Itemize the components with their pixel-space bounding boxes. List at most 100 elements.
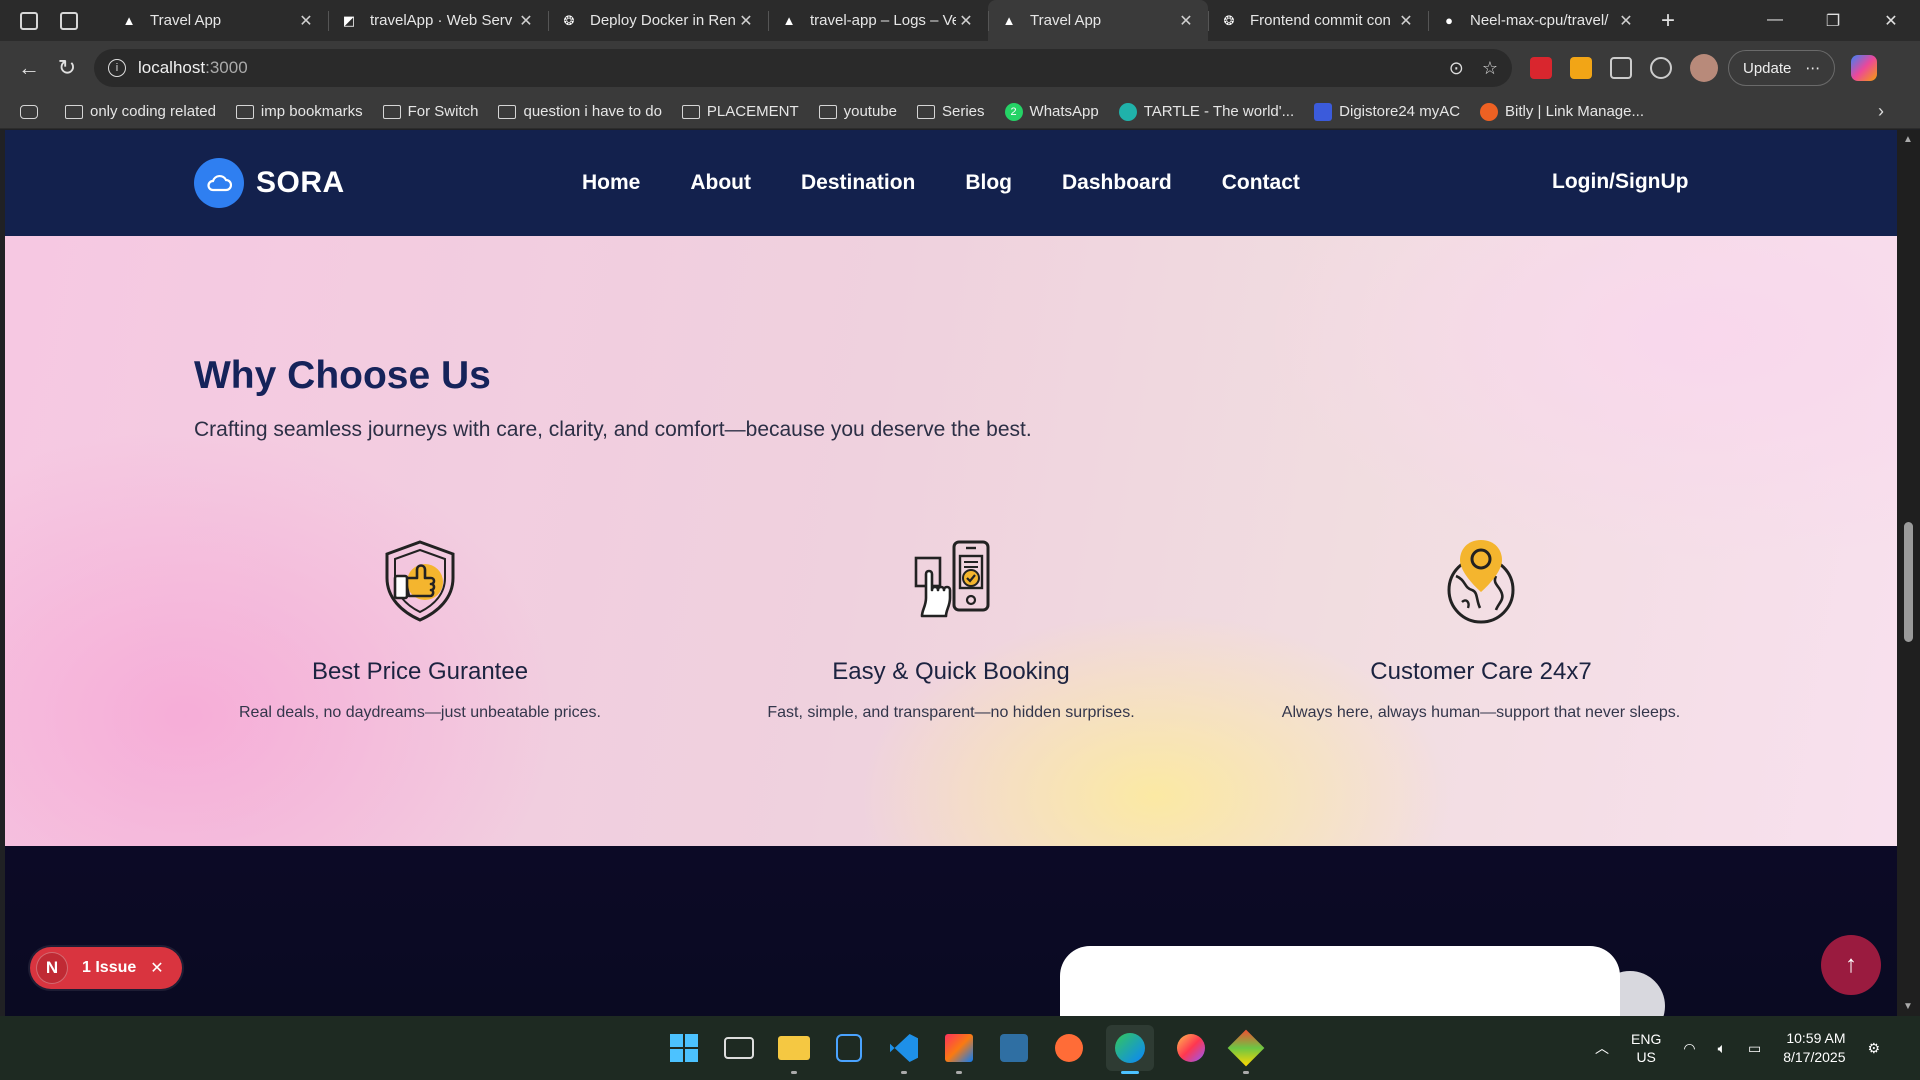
feature-card: Easy & Quick Booking Fast, simple, and t…	[691, 536, 1211, 722]
login-signup-link[interactable]: Login/SignUp	[1552, 170, 1688, 194]
close-tab-icon[interactable]: ✕	[516, 11, 536, 31]
youtube-extension-icon[interactable]	[1530, 57, 1552, 79]
nav-dashboard[interactable]: Dashboard	[1062, 171, 1172, 195]
browser-tab-active[interactable]: ▲ Travel App ✕	[988, 0, 1208, 41]
edge-browser-icon[interactable]	[1106, 1025, 1154, 1074]
browser-tab[interactable]: ❂ Frontend commit con ✕	[1208, 0, 1428, 41]
feature-title: Best Price Gurantee	[311, 658, 529, 685]
workspaces-icon[interactable]	[20, 11, 38, 30]
lighthouse-extension-icon[interactable]	[1570, 57, 1592, 79]
scrollbar-thumb[interactable]	[1904, 522, 1913, 642]
bookmark-folder[interactable]: For Switch	[382, 103, 478, 120]
bookmark-label: imp bookmarks	[260, 103, 363, 120]
close-window-icon[interactable]: ✕	[1862, 11, 1920, 31]
omnibox-actions: ⊙ ☆	[1449, 58, 1498, 79]
more-bookmarks-chevron-icon[interactable]: ›	[1878, 101, 1884, 122]
bookmark-link[interactable]: Bitly | Link Manage...	[1480, 102, 1644, 121]
battery-icon[interactable]: ▭	[1748, 1040, 1761, 1057]
bookmark-label: only coding related	[90, 103, 216, 120]
nextjs-issues-badge[interactable]: N 1 Issue ✕	[30, 947, 182, 989]
close-tab-icon[interactable]: ✕	[736, 11, 756, 31]
site-logo[interactable]: SORA	[194, 158, 345, 208]
nav-blog[interactable]: Blog	[965, 171, 1012, 195]
system-tray: ︿ ENG US ◠ 🔈︎ ▭ 10:59 AM 8/17/2025 ⚙	[1595, 1016, 1880, 1080]
window-menu-icons	[0, 11, 108, 30]
content-card	[1060, 946, 1620, 1016]
bookmark-folder[interactable]: PLACEMENT	[681, 103, 799, 120]
bookmark-link[interactable]: Digistore24 myAC	[1314, 102, 1460, 121]
favorite-star-icon[interactable]: ☆	[1482, 58, 1498, 79]
browser-tab[interactable]: ▲ Travel App ✕	[108, 0, 328, 41]
clock[interactable]: 10:59 AM 8/17/2025	[1783, 1029, 1845, 1067]
nav-home[interactable]: Home	[582, 171, 640, 195]
vertical-tabs-icon[interactable]	[60, 11, 78, 30]
feature-description: Real deals, no daydreams—just unbeatable…	[239, 704, 601, 721]
start-windows-icon[interactable]	[666, 1030, 702, 1066]
bookmark-label: youtube	[843, 103, 897, 120]
logo-text: SORA	[256, 166, 345, 199]
nav-about[interactable]: About	[690, 171, 751, 195]
volume-icon[interactable]: 🔈︎	[1718, 1040, 1726, 1057]
folder-icon	[818, 104, 837, 119]
close-tab-icon[interactable]: ✕	[956, 11, 976, 31]
bookmark-folder[interactable]: imp bookmarks	[235, 103, 363, 120]
vscode-icon[interactable]	[886, 1030, 922, 1074]
mysql-workbench-icon[interactable]	[996, 1030, 1032, 1066]
git-gui-icon[interactable]	[1227, 1029, 1265, 1074]
close-tab-icon[interactable]: ✕	[296, 11, 316, 31]
feature-card: Customer Care 24x7 Always here, always h…	[1221, 536, 1741, 722]
favorites-icon[interactable]	[1650, 57, 1672, 79]
update-button[interactable]: Update ⋯	[1728, 50, 1836, 86]
close-tab-icon[interactable]: ✕	[1616, 11, 1636, 31]
folder-icon	[382, 104, 401, 119]
scroll-down-arrow-icon[interactable]: ▼	[1903, 1001, 1913, 1012]
language-indicator[interactable]: ENG US	[1631, 1030, 1661, 1066]
new-tab-button[interactable]: +	[1648, 7, 1688, 35]
intellij-icon[interactable]	[941, 1030, 977, 1074]
address-bar[interactable]: i localhost:3000 ⊙ ☆	[94, 49, 1512, 87]
extensions-row	[1530, 54, 1718, 82]
minimize-icon[interactable]: —	[1746, 11, 1804, 31]
page-scrollbar[interactable]: ▲ ▼	[1897, 130, 1920, 1016]
bookmark-link[interactable]: 2 WhatsApp	[1004, 102, 1099, 121]
bookmark-label: Bitly | Link Manage...	[1505, 103, 1644, 120]
wifi-icon[interactable]: ◠	[1683, 1040, 1695, 1057]
tray-overflow-chevron-icon[interactable]: ︿	[1595, 1038, 1609, 1058]
more-menu-icon[interactable]: ⋯	[1805, 59, 1820, 77]
bookmark-folder[interactable]: Series	[917, 103, 985, 120]
close-icon[interactable]: ✕	[150, 958, 163, 978]
github-icon: ●	[1445, 13, 1453, 28]
nav-contact[interactable]: Contact	[1222, 171, 1300, 195]
firefox-icon[interactable]	[1173, 1030, 1209, 1066]
site-info-icon[interactable]: i	[108, 59, 126, 77]
scroll-to-top-button[interactable]: ↑	[1821, 935, 1881, 995]
browser-tab[interactable]: ● Neel-max-cpu/travel/ ✕	[1428, 0, 1648, 41]
task-view-icon[interactable]	[721, 1030, 757, 1066]
profile-avatar[interactable]	[1690, 54, 1718, 82]
file-explorer-icon[interactable]	[776, 1030, 812, 1074]
browser-tab[interactable]: ◩ travelApp · Web Serv ✕	[328, 0, 548, 41]
close-tab-icon[interactable]: ✕	[1176, 11, 1196, 31]
nav-destination[interactable]: Destination	[801, 171, 915, 195]
back-arrow-icon[interactable]: ←	[10, 49, 48, 87]
extensions-puzzle-icon[interactable]	[1610, 57, 1632, 79]
bookmark-folder[interactable]: youtube	[818, 103, 897, 120]
docker-app-icon[interactable]	[831, 1030, 867, 1066]
bookmarks-apps-icon[interactable]	[20, 104, 45, 119]
scroll-up-arrow-icon[interactable]: ▲	[1903, 134, 1913, 145]
bookmark-folder[interactable]: question i have to do	[498, 103, 662, 120]
browser-tab[interactable]: ❂ Deploy Docker in Ren ✕	[548, 0, 768, 41]
notifications-icon[interactable]: ⚙	[1868, 1040, 1881, 1057]
bookmark-folder[interactable]: only coding related	[65, 103, 216, 120]
reader-icon[interactable]: ⊙	[1449, 58, 1464, 79]
browser-tab[interactable]: ▲ travel-app – Logs – Ve ✕	[768, 0, 988, 41]
reload-icon[interactable]: ↻	[48, 49, 86, 87]
restore-icon[interactable]: ❐	[1804, 11, 1862, 31]
whatsapp-icon: 2	[1004, 102, 1023, 121]
close-tab-icon[interactable]: ✕	[1396, 11, 1416, 31]
postman-icon[interactable]	[1051, 1030, 1087, 1066]
language-code: ENG	[1631, 1031, 1662, 1047]
copilot-icon[interactable]	[1851, 55, 1878, 81]
bookmark-link[interactable]: TARTLE - The world'...	[1118, 102, 1294, 121]
bookmark-label: question i have to do	[523, 103, 662, 120]
